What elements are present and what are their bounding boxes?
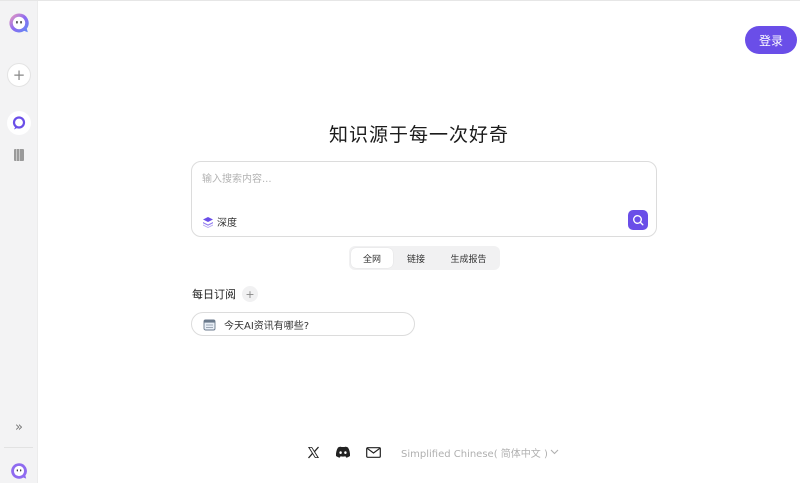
search-mode-tabs: 全网 链接 生成报告 (349, 246, 500, 270)
new-chat-button[interactable]: + (7, 63, 31, 87)
plus-icon: + (12, 66, 26, 84)
daily-subscription-header: 每日订阅 + (192, 286, 258, 302)
x-icon[interactable] (305, 444, 321, 460)
search-icon (633, 215, 644, 226)
add-subscription-button[interactable]: + (242, 286, 258, 302)
search-box[interactable]: 深度 (191, 161, 657, 237)
footer: Simplified Chinese( 简体中文 ) (305, 444, 559, 460)
tab-report[interactable]: 生成报告 (439, 248, 498, 268)
avatar-icon (11, 463, 27, 479)
chevron-down-icon (550, 449, 559, 455)
sidebar-item-search[interactable] (7, 111, 31, 135)
search-input[interactable] (202, 170, 622, 188)
discord-icon[interactable] (335, 444, 351, 460)
tab-web[interactable]: 全网 (351, 248, 393, 268)
search-nav-icon (12, 116, 26, 130)
sidebar-item-library[interactable] (7, 143, 31, 167)
tab-links[interactable]: 链接 (393, 248, 439, 268)
logo-icon[interactable] (7, 11, 31, 35)
mail-icon[interactable] (365, 444, 381, 460)
avatar[interactable] (7, 459, 31, 483)
sidebar: + » (0, 1, 38, 483)
search-submit-button[interactable] (628, 210, 648, 230)
app-window: + » 登录 知识源于每一次好奇 输入搜索内容... 深度 全网 链接 生成报告… (0, 0, 800, 483)
login-button[interactable]: 登录 (745, 26, 797, 54)
double-chevron-right-icon: » (15, 419, 23, 435)
language-selector[interactable]: Simplified Chinese( 简体中文 ) (401, 445, 559, 460)
subscription-item[interactable]: 今天AI资讯有哪些? (191, 312, 415, 336)
calendar-icon (203, 319, 216, 330)
language-label: Simplified Chinese( 简体中文 ) (401, 448, 548, 460)
depth-toggle[interactable]: 深度 (202, 214, 237, 229)
daily-subscription-title: 每日订阅 (192, 288, 236, 301)
subscription-item-label: 今天AI资讯有哪些? (224, 320, 310, 332)
sidebar-divider (4, 447, 33, 448)
book-icon (14, 149, 24, 161)
depth-label: 深度 (217, 218, 237, 229)
expand-sidebar-button[interactable]: » (7, 415, 31, 439)
layers-icon (203, 216, 213, 228)
page-title: 知识源于每一次好奇 (328, 124, 509, 146)
